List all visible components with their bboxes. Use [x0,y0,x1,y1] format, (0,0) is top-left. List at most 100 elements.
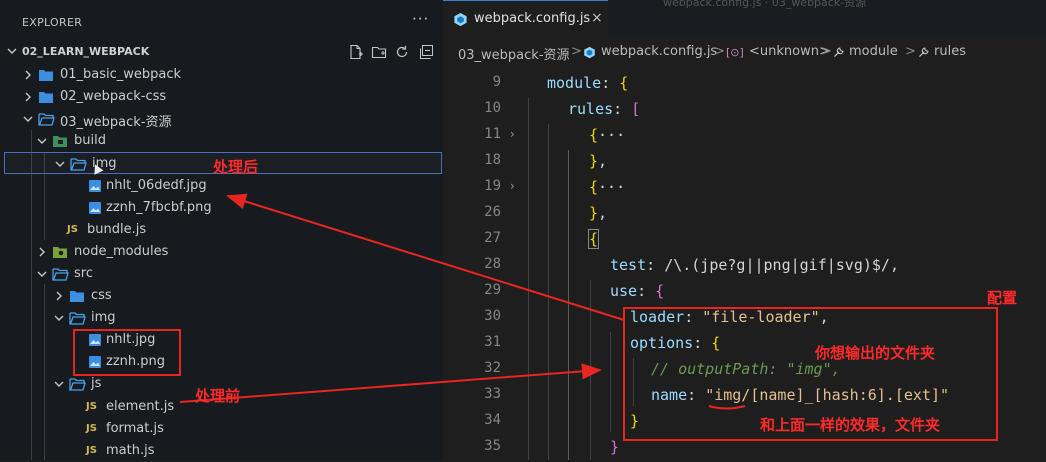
indent-guide [590,280,591,460]
folder-open-icon [52,268,69,281]
chevron-down-icon [37,138,47,144]
tree-item[interactable]: 03_webpack-资源 [0,108,443,130]
refresh-icon[interactable] [394,44,410,60]
chevron-right-icon [25,70,31,80]
code-line-27: { [587,229,600,249]
code-line-32: // outputPath: "img", [651,360,841,378]
new-folder-icon[interactable] [371,44,387,60]
code-key: module [547,74,602,92]
code-key: name [651,386,688,404]
folder-icon [39,92,53,103]
image-file-icon [89,180,101,192]
annotation-output-folder: 你想输出的文件夹 [815,344,936,362]
tree-item-label: js [91,376,102,391]
tree-item-label: 01_basic_webpack [60,67,182,82]
code-line-30: loader: "file-loader", [630,308,829,326]
annotation-before: 处理前 [195,387,241,405]
tree-item[interactable]: nhlt.jpg [0,329,443,351]
tree-item-label: zznh_7fbcbf.png [106,200,212,215]
indent-guide [568,150,569,460]
tree-item-label: css [91,288,112,303]
chevron-down-icon [23,116,33,122]
tree-item[interactable]: src [0,263,443,285]
code-key: options [630,334,694,352]
tree-item[interactable]: node_modules [0,241,443,263]
chevron-down-icon [54,381,64,387]
indent-guide [610,332,611,432]
tree-item[interactable]: zznh_7fbcbf.png [0,197,443,219]
tree-item[interactable]: 02_webpack-css [0,86,443,108]
tree-item[interactable]: img [0,307,443,329]
chevron-down-icon [7,48,17,54]
tree-item[interactable]: nhlt_06dedf.jpg [0,175,443,197]
folder-open-icon [70,158,87,171]
code-line-29: use: { [610,282,665,300]
code-line-33: name: "img/[name]_[hash:6].[ext]" [651,386,950,404]
tree-item-label: zznh.png [106,354,166,369]
chevron-down-icon [55,161,65,167]
tree-item-label: nhlt_06dedf.jpg [106,178,207,193]
tree-item-label: 02_webpack-css [60,89,167,104]
explorer-header: EXPLORER ··· [0,0,443,46]
code-line-28: test: /\.(jpe?g||png|gif|svg)$/, [610,256,899,274]
tree-item-label: bundle.js [87,222,147,237]
image-file-icon [89,356,101,368]
chevron-down-icon [54,315,64,321]
new-file-icon[interactable] [348,44,364,60]
code-string: "file-loader" [702,308,820,326]
folded-ellipsis[interactable]: ··· [598,178,625,196]
folder-open-icon [69,378,86,391]
chevron-right-icon [56,291,62,301]
tree-item[interactable]: css [0,285,443,307]
annotation-config: 配置 [987,289,1018,307]
tree-item[interactable]: zznh.png [0,351,443,373]
folder-open-icon [38,113,55,126]
tree-item[interactable]: 01_basic_webpack [0,64,443,86]
code-line-18: }, [589,152,608,170]
code-area[interactable]: module: { rules: [ {··· }, {··· }, { tes… [443,0,1046,460]
build-folder-icon [53,136,67,147]
js-file-icon: JS [86,423,97,434]
chevron-right-icon [25,92,31,102]
chevron-right-icon [39,247,45,257]
tree-item[interactable]: build [0,130,443,152]
tree-item[interactable]: JS bundle.js [0,219,443,241]
code-key: loader [630,308,685,326]
project-header[interactable]: 02_LEARN_WEBPACK [0,41,443,63]
node-modules-folder-icon [53,247,67,258]
tree-item-label: build [74,133,106,148]
tree-item-label: img [91,310,116,325]
code-key: test [610,256,647,274]
code-line-26: }, [589,204,608,222]
js-file-icon: JS [86,401,97,412]
indent-guide [528,98,529,460]
tree-item-label: nhlt.jpg [106,332,156,347]
js-file-icon: JS [86,445,97,456]
code-line-10: rules: [ [568,100,641,118]
code-key: rules [568,100,614,118]
annotation-same-effect: 和上面一样的效果，文件夹 [760,416,941,434]
indent-guide [633,358,634,406]
collapse-all-icon[interactable] [418,44,434,60]
image-file-icon [89,202,101,214]
code-key: use [610,282,638,300]
indent-guide [548,124,549,460]
folder-icon [39,70,53,81]
more-actions-icon[interactable]: ··· [412,10,429,28]
tree-item[interactable]: JS format.js [0,418,443,440]
code-regex: /\.(jpe?g||png|gif|svg)$/, [664,256,899,274]
chevron-down-icon [37,271,47,277]
code-string: "img/[name]_[hash:6].[ext]" [705,386,950,404]
code-line-31: options: { [630,334,721,352]
explorer-title: EXPLORER [22,16,83,29]
code-line-11: {··· [589,126,626,144]
editor-area: webpack.config.js × webpack.config.js · … [443,0,1046,460]
folded-ellipsis[interactable]: ··· [598,126,625,144]
tree-item[interactable]: JS math.js [0,440,443,462]
annotation-after: 处理后 [213,158,259,176]
tree-item-label: node_modules [74,244,169,259]
tree-item-label: src [74,266,93,281]
tree-item-label: format.js [106,421,164,436]
code-line-34: } [630,412,640,430]
code-line-9: module: { [547,74,629,92]
